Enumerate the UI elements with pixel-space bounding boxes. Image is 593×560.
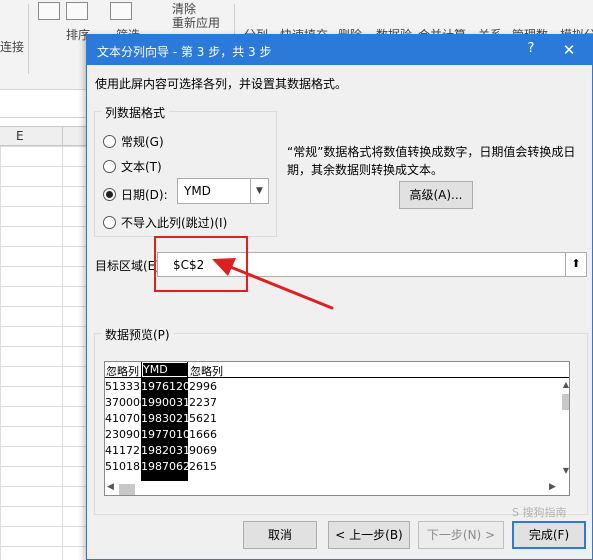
column-header: E: [0, 126, 90, 147]
radio-skip-circle[interactable]: [103, 215, 116, 229]
date-format-select[interactable]: YMD ▼: [177, 178, 269, 204]
scroll-up-icon[interactable]: ▲: [561, 380, 569, 389]
radio-text[interactable]: 文本(T): [103, 157, 162, 175]
date-format-value: YMD: [184, 184, 211, 198]
preview-row: 513338 19761205 2996: [105, 380, 217, 393]
annotation-highlight-box: [154, 236, 248, 292]
chevron-down-icon[interactable]: ▼: [250, 179, 268, 203]
data-preview-label: 数据预览(P): [101, 326, 174, 343]
column-format-label: 列数据格式: [101, 104, 170, 121]
radio-general-label[interactable]: 常规(G): [121, 133, 164, 150]
preview-row: 510181 19870627 2615: [105, 460, 217, 473]
radio-date[interactable]: 日期(D):: [103, 185, 168, 203]
radio-general[interactable]: 常规(G): [103, 132, 164, 150]
advanced-button[interactable]: 高级(A)...: [399, 181, 473, 209]
scroll-right-icon[interactable]: ▶: [549, 482, 556, 492]
radio-text-label[interactable]: 文本(T): [121, 158, 162, 175]
data-preview-box[interactable]: 忽略列 YMD 忽略列 513338 19761205 2996 370000 …: [104, 361, 570, 496]
scroll-down-icon[interactable]: ▼: [561, 466, 569, 475]
preview-header-col3[interactable]: 忽略列: [190, 363, 223, 379]
preview-row: 370000 19900318 2237: [105, 396, 217, 409]
sort-az-icon[interactable]: [38, 2, 60, 20]
radio-general-circle[interactable]: [103, 134, 116, 148]
preview-header-col1[interactable]: 忽略列: [106, 363, 139, 379]
radio-text-circle[interactable]: [103, 159, 116, 173]
watermark: S 搜狗指南: [512, 506, 567, 519]
scroll-left-icon[interactable]: ◀: [107, 482, 114, 492]
horizontal-scrollbar[interactable]: ◀ ▶: [105, 481, 569, 495]
radio-date-label[interactable]: 日期(D):: [121, 186, 168, 203]
formula-bar[interactable]: [0, 90, 90, 118]
back-button[interactable]: < 上一步(B): [328, 521, 410, 549]
horizontal-scroll-thumb[interactable]: [119, 484, 135, 495]
vertical-scroll-thumb[interactable]: [562, 394, 569, 410]
preview-header[interactable]: 忽略列 YMD 忽略列: [105, 362, 569, 379]
preview-row: 410701 19830218 5621: [105, 412, 217, 425]
radio-skip-label[interactable]: 不导入此列(跳过)(I): [121, 214, 227, 231]
filter-icon[interactable]: [110, 2, 132, 20]
finish-button[interactable]: 完成(F): [512, 521, 586, 549]
help-button[interactable]: ?: [521, 41, 541, 59]
ribbon-connect-label[interactable]: 连接: [0, 38, 24, 55]
ribbon-reapply-label[interactable]: 重新应用: [172, 14, 220, 31]
preview-row: 411721 19820319 9069: [105, 444, 217, 457]
vertical-scrollbar[interactable]: ▲ ▼: [561, 378, 569, 481]
collapse-arrow-icon: ⬆: [571, 257, 581, 270]
preview-header-col2[interactable]: YMD: [143, 363, 188, 376]
next-button: 下一步(N) >: [418, 521, 504, 549]
text-to-columns-dialog: 文本分列向导 - 第 3 步，共 3 步 ? ✕ 使用此屏内容可选择各列，并设置…: [86, 34, 593, 560]
dialog-title: 文本分列向导 - 第 3 步，共 3 步: [97, 45, 272, 59]
radio-skip[interactable]: 不导入此列(跳过)(I): [103, 213, 227, 231]
close-button[interactable]: ✕: [559, 41, 579, 59]
cancel-button[interactable]: 取消: [243, 521, 317, 549]
collapse-dialog-button[interactable]: ⬆: [565, 252, 587, 277]
data-preview-group: 数据预览(P) 忽略列 YMD 忽略列 513338 19761205 2996…: [94, 326, 588, 515]
column-format-group: 列数据格式 常规(G) 文本(T) 日期(D): 不导入此列(跳过)(I): [94, 104, 277, 237]
sort-za-icon[interactable]: [66, 2, 88, 20]
dialog-titlebar[interactable]: 文本分列向导 - 第 3 步，共 3 步 ? ✕: [87, 35, 592, 65]
radio-date-circle[interactable]: [103, 187, 116, 201]
sheet-grid[interactable]: [0, 146, 90, 560]
column-letter[interactable]: E: [16, 129, 24, 143]
format-description: “常规”数据格式将数值转换成数字，日期值会转换成日期，其余数据则转换成文本。: [287, 145, 576, 177]
instruction-text: 使用此屏内容可选择各列，并设置其数据格式。: [95, 77, 348, 91]
preview-row: 230901 19770104 1666: [105, 428, 217, 441]
